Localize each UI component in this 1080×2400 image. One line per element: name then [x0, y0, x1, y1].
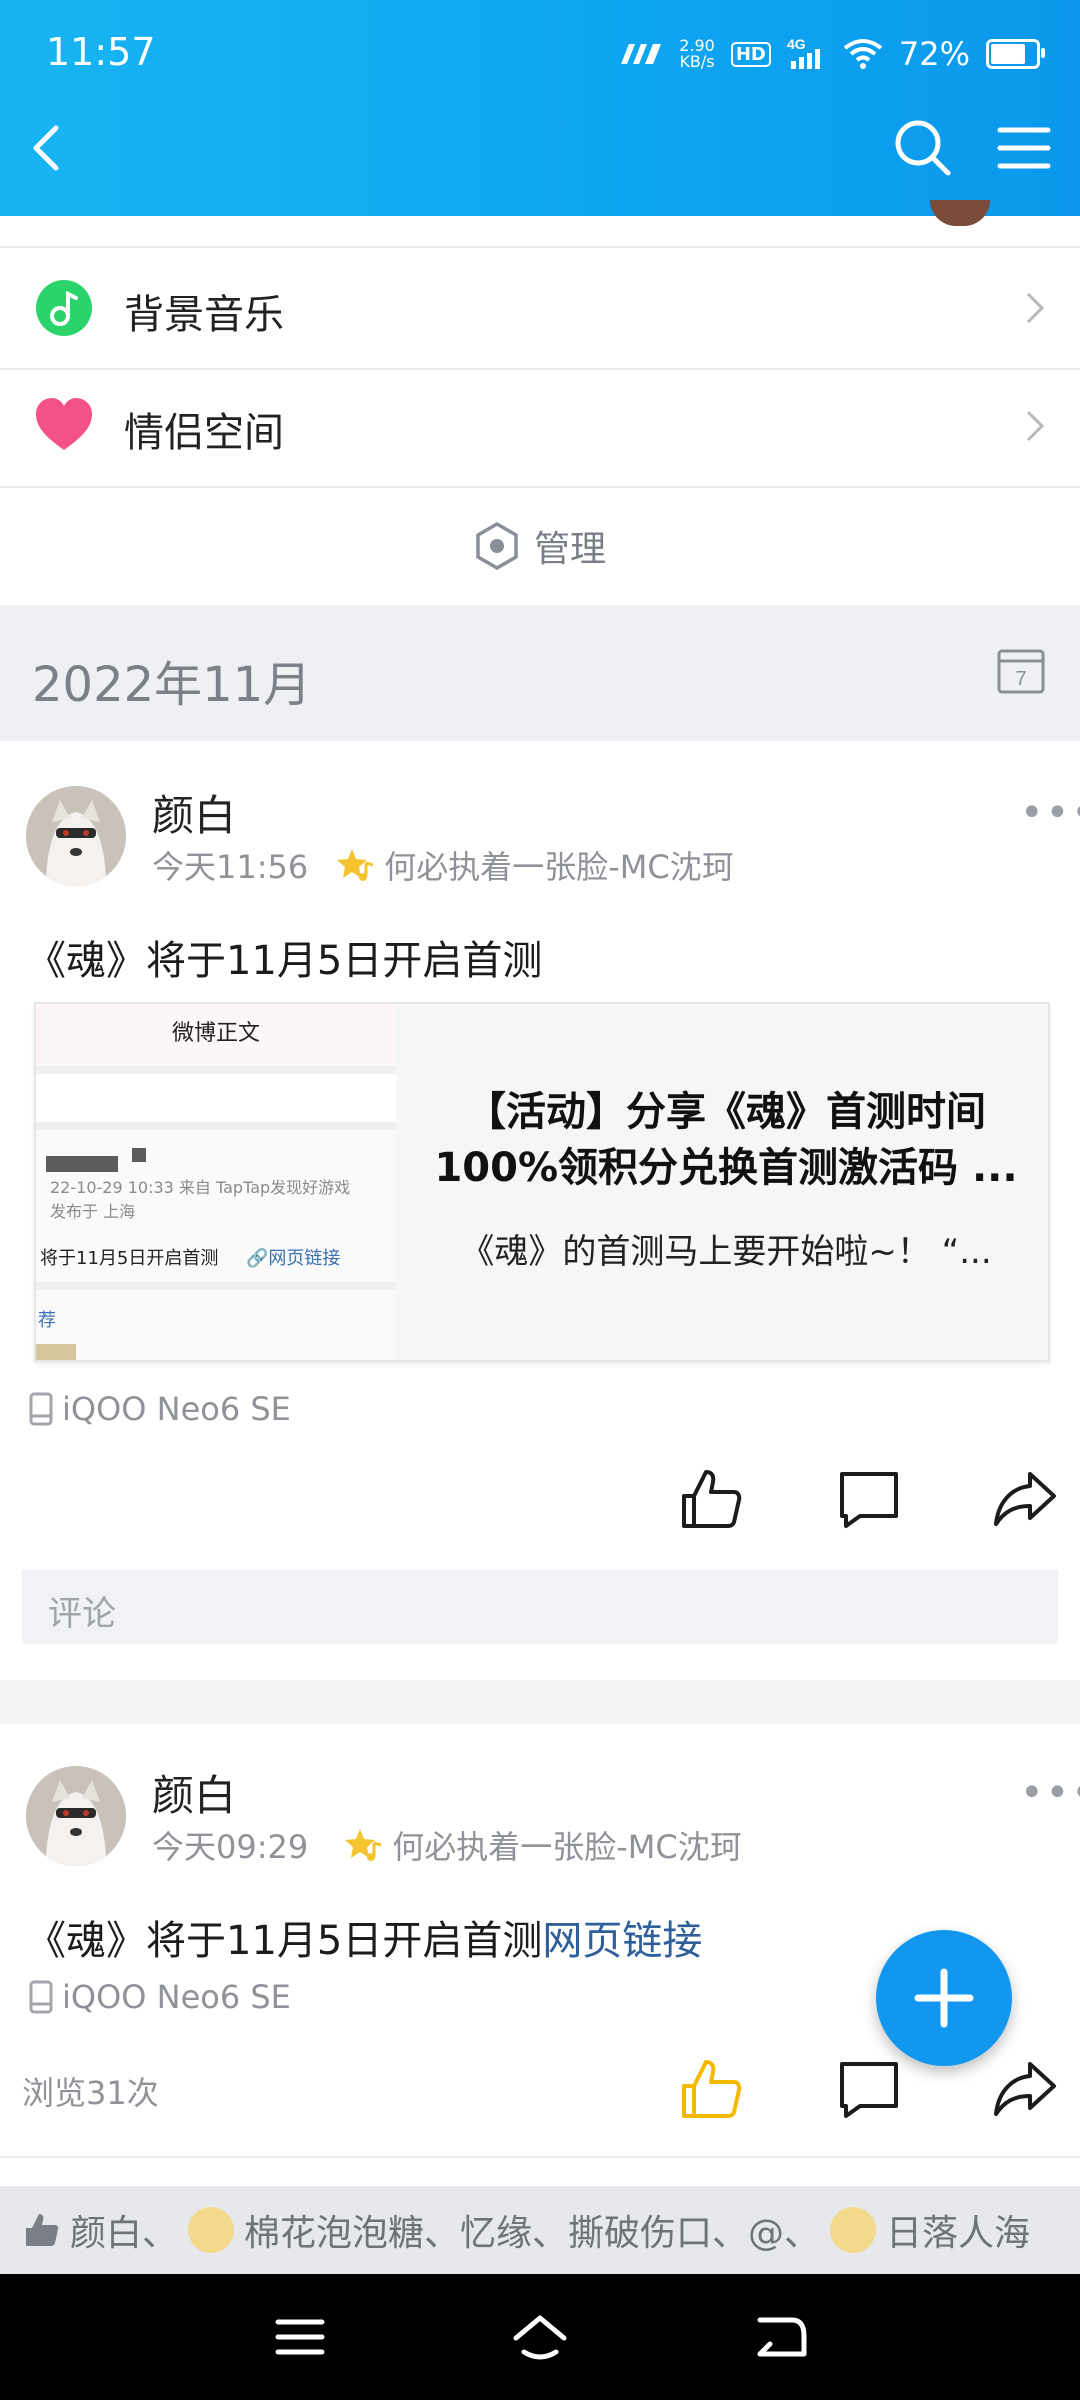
author-avatar[interactable]: [26, 1766, 126, 1866]
divider: [0, 2156, 1080, 2158]
web-link[interactable]: 网页链接: [542, 1918, 702, 1964]
wifi-icon: [843, 39, 883, 69]
back-button[interactable]: [18, 118, 78, 178]
likes-bar[interactable]: 颜白、 棉花泡泡糖、忆缘、撕破伤口、@、 日落人海: [0, 2186, 1080, 2274]
status-icons: 2.90 KB/s HD 4G 72%: [617, 30, 1045, 78]
battery-icon: [986, 39, 1045, 69]
music-star-icon: [337, 849, 374, 881]
author-name[interactable]: 颜白: [152, 782, 236, 843]
husky-avatar-image: [26, 1766, 126, 1866]
post-text: 《魂》将于11月5日开启首测网页链接: [26, 1918, 703, 1964]
row-couple-space[interactable]: 情侣空间: [0, 366, 1080, 488]
author-name[interactable]: 颜白: [152, 1762, 236, 1823]
month-section-header: 2022年11月 7: [0, 605, 1080, 741]
device-label: iQOO Neo6 SE: [28, 1390, 291, 1428]
liker-avatar: [830, 2207, 877, 2253]
phone-icon: [29, 1980, 53, 2014]
hexagon-gear-icon: [476, 521, 518, 571]
post-meta: 今天09:29 何必执着一张脸-MC沈珂: [152, 1822, 742, 1868]
row-label: 情侣空间: [124, 410, 284, 456]
thumb-location: 发布于 上海: [50, 1202, 136, 1221]
back-nav-button[interactable]: [752, 2312, 808, 2362]
thumb-link: 🔗网页链接: [246, 1248, 341, 1269]
card-description: 《魂》的首测马上要开始啦~！ “...: [460, 1232, 992, 1272]
husky-avatar-image: [26, 786, 126, 886]
add-post-button[interactable]: [876, 1930, 1012, 2066]
svg-text:4G: 4G: [787, 37, 806, 52]
liker-avatar: [188, 2207, 235, 2253]
system-nav-bar: [0, 2274, 1080, 2400]
music-icon: [36, 280, 92, 336]
battery-percent: 72%: [898, 35, 970, 73]
profile-avatar-partial: [930, 200, 990, 226]
like-button-liked[interactable]: [678, 2056, 744, 2122]
thumb-up-icon: [26, 2214, 59, 2246]
hd-badge: HD: [730, 41, 771, 67]
manage-label: 管理: [533, 529, 606, 570]
row-background-music[interactable]: 背景音乐: [0, 246, 1080, 370]
music-star-icon: [345, 1829, 382, 1861]
thumb-date: 22-10-29 10:33 来自 TapTap发现好游戏: [50, 1178, 351, 1197]
network-speed: 2.90 KB/s: [679, 36, 715, 71]
post-time: 今天11:56: [152, 848, 309, 886]
thumb-text: 将于11月5日开启首测: [40, 1248, 219, 1269]
plus-icon: [914, 1968, 974, 2028]
signal-icon: 4G: [787, 37, 820, 69]
post-meta: 今天11:56 何必执着一张脸-MC沈珂: [152, 842, 734, 888]
view-count: 浏览31次: [22, 2074, 159, 2112]
post-divider: [0, 1680, 1080, 1724]
month-title: 2022年11月: [32, 657, 312, 713]
post-music[interactable]: 何必执着一张脸-MC沈珂: [392, 1822, 742, 1868]
post-music[interactable]: 何必执着一张脸-MC沈珂: [384, 842, 734, 888]
chevron-right-icon: [1026, 292, 1045, 324]
home-button[interactable]: [512, 2312, 568, 2362]
card-thumbnail: 微博正文 22-10-29 10:33 来自 TapTap发现好游戏 发布于 上…: [36, 1004, 396, 1360]
comment-button[interactable]: [836, 1466, 902, 1532]
author-avatar[interactable]: [26, 786, 126, 886]
phone-icon: [29, 1392, 53, 1426]
comment-placeholder: 评论: [48, 1594, 116, 1634]
row-label: 背景音乐: [124, 292, 284, 338]
menu-button[interactable]: [996, 118, 1052, 178]
heart-icon: [36, 398, 92, 450]
comment-input[interactable]: 评论: [22, 1570, 1058, 1644]
more-options-button[interactable]: •••: [1020, 1770, 1080, 1816]
link-card[interactable]: 微博正文 22-10-29 10:33 来自 TapTap发现好游戏 发布于 上…: [34, 1002, 1050, 1362]
status-time: 11:57: [46, 30, 156, 74]
carrier-icon: [621, 44, 662, 64]
post-text: 《魂》将于11月5日开启首测: [26, 938, 543, 984]
recent-apps-button[interactable]: [272, 2312, 328, 2362]
thumb-header: 微博正文: [36, 1004, 396, 1064]
calendar-icon[interactable]: 7: [996, 645, 1046, 695]
more-options-button[interactable]: •••: [1020, 790, 1080, 836]
manage-button[interactable]: 管理: [0, 487, 1080, 605]
search-button[interactable]: [890, 115, 954, 179]
chevron-right-icon: [1026, 410, 1045, 442]
thumb-footer: 荐: [38, 1310, 56, 1331]
device-label: iQOO Neo6 SE: [28, 1978, 291, 2016]
post-time: 今天09:29: [152, 1828, 309, 1866]
like-button[interactable]: [678, 1466, 744, 1532]
share-button[interactable]: [992, 1466, 1058, 1532]
svg-text:7: 7: [1015, 668, 1026, 690]
app-header: 11:57 2.90 KB/s HD 4G 72%: [0, 0, 1080, 216]
card-title: 【活动】分享《魂》首测时间100%领积分兑换首测激活码 ...: [434, 1089, 1018, 1191]
